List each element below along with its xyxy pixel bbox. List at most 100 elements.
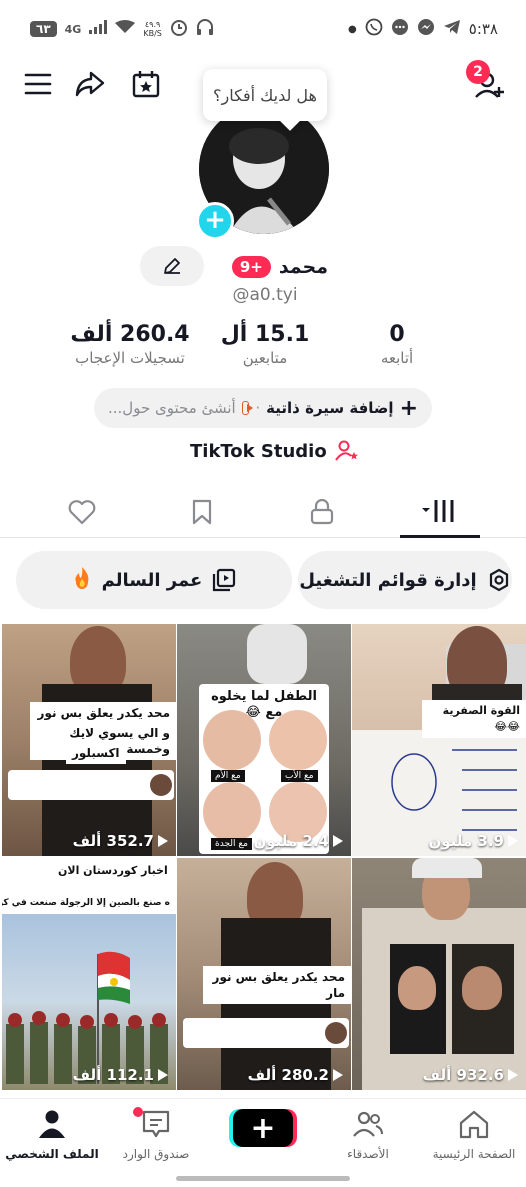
status-left: ٦٣ 4G ٤٩.٩ KB/S <box>30 18 214 40</box>
add-story-button[interactable]: + <box>196 202 234 240</box>
video-thumbnail[interactable]: محد يكدر يعلق بس نور مار 280.2 ألف <box>177 858 351 1090</box>
tab-private[interactable] <box>282 486 362 538</box>
play-icon <box>158 1069 168 1081</box>
profile-icon <box>39 1110 65 1138</box>
notification-count-badge: 2 <box>466 60 490 84</box>
nav-inbox[interactable]: صندوق الوارد <box>106 1107 206 1161</box>
bio-suggestion-text: أنشئ محتوى حول... <box>108 399 236 417</box>
studio-person-star-icon <box>334 440 358 461</box>
play-icon <box>333 835 343 847</box>
video-thumbnail[interactable]: محد يكدر يعلق بس نور مار و الي يسوي لايك… <box>2 624 176 856</box>
video-view-count: 280.2 ألف <box>248 1066 343 1084</box>
lock-icon <box>310 499 334 525</box>
profile-name: محمد <box>278 256 328 278</box>
share-arrow-icon <box>75 71 105 97</box>
tab-videos[interactable] <box>400 486 480 538</box>
add-bio-pill[interactable]: + إضافة سيرة ذاتية · أنشئ محتوى حول... <box>94 388 432 428</box>
whatsapp-icon <box>365 18 383 40</box>
wifi-icon <box>115 20 136 38</box>
play-icon <box>508 1069 518 1081</box>
video-view-count: 932.6 ألف <box>423 1066 518 1084</box>
battery-indicator: ٦٣ <box>30 21 57 37</box>
stat-following[interactable]: 0 أتابعه <box>352 322 442 367</box>
calendar-button[interactable] <box>126 64 166 104</box>
video-view-count: 352.7 ألف <box>73 832 168 850</box>
stat-followers[interactable]: 15.1 أل متابعين <box>210 322 320 367</box>
tab-liked[interactable] <box>42 486 122 538</box>
video-view-count: 112.1 ألف <box>73 1066 168 1084</box>
likes-label: تسجيلات الإعجاب <box>75 349 185 367</box>
manage-playlists-button[interactable]: إدارة قوائم التشغيل <box>298 551 512 609</box>
view-count-text: 3.9 مليون <box>428 832 504 850</box>
following-label: أتابعه <box>380 349 414 367</box>
heart-icon <box>68 500 96 525</box>
profile-tabs <box>0 486 526 538</box>
nav-friends[interactable]: الأصدقاء <box>318 1109 418 1161</box>
playlist-omar-button[interactable]: عمر السالم <box>16 551 292 609</box>
network-speed-unit: KB/S <box>143 29 162 38</box>
menu-button[interactable] <box>18 64 58 104</box>
status-bar: ٦٣ 4G ٤٩.٩ KB/S ● ٥:٣٨ <box>0 0 526 56</box>
network-speed-value: ٤٩.٩ <box>144 20 161 29</box>
view-count-text: 932.6 ألف <box>422 1066 504 1084</box>
video-overlay-text: اخبار كوردستان الان <box>58 864 168 877</box>
idea-prompt-bubble[interactable]: هل لديك أفكار؟ <box>203 69 327 121</box>
profile-badge[interactable]: 9+ <box>231 256 271 278</box>
home-icon <box>459 1110 489 1139</box>
manage-playlists-label: إدارة قوائم التشغيل <box>299 569 477 591</box>
playlist-name: عمر السالم <box>101 569 203 591</box>
grid-label-father: مع الأب <box>281 770 318 782</box>
stat-likes[interactable]: 260.4 ألف تسجيلات الإعجاب <box>62 322 198 367</box>
nav-home[interactable]: الصفحة الرئيسية <box>424 1109 524 1161</box>
nav-profile[interactable]: الملف الشخصي <box>2 1109 102 1161</box>
video-overlay-text-3: اكسبلور <box>66 742 126 764</box>
video-thumbnail[interactable]: 932.6 ألف <box>352 858 526 1090</box>
add-friend-button[interactable]: 2 <box>466 60 512 106</box>
kurdistan-flag-scene <box>6 951 168 1084</box>
video-thumbnail[interactable]: القوة الصفرية 😂😂 3.9 مليون <box>352 624 526 856</box>
create-button[interactable]: + <box>233 1109 293 1147</box>
inbox-notification-dot <box>133 1107 143 1117</box>
calendar-star-icon <box>132 71 160 98</box>
telegram-icon <box>443 18 461 40</box>
followers-label: متابعين <box>242 349 288 367</box>
plus-icon: + <box>204 205 226 235</box>
idea-prompt-text: هل لديك أفكار؟ <box>213 85 317 105</box>
grid-label-mother: مع الأم <box>211 770 245 782</box>
grid-label-grandma: مع الجدة <box>211 838 252 850</box>
inbox-icon <box>142 1110 170 1138</box>
video-suggestion-icon <box>241 401 253 415</box>
play-icon <box>158 835 168 847</box>
likes-count: 260.4 ألف <box>70 322 190 347</box>
dot-icon: ● <box>348 23 357 35</box>
fire-icon <box>72 566 92 595</box>
playlist-icon <box>213 568 236 592</box>
edit-profile-button[interactable] <box>140 246 204 286</box>
alarm-icon <box>170 18 188 40</box>
view-count-text: 112.1 ألف <box>72 1066 154 1084</box>
signal-icon <box>89 20 108 38</box>
video-thumbnail[interactable]: الطفل لما يخلوه مع 😂 مع الأم مع الأب مع … <box>177 624 351 856</box>
status-time: ٥:٣٨ <box>468 20 498 38</box>
friends-icon <box>353 1111 383 1137</box>
bio-separator: · <box>255 399 261 417</box>
followers-count: 15.1 أل <box>220 322 310 347</box>
create-plus-icon: + <box>250 1110 276 1146</box>
messenger-icon <box>417 18 435 40</box>
status-right: ● ٥:٣٨ <box>348 18 498 40</box>
add-bio-label: إضافة سيرة ذاتية <box>266 399 394 417</box>
profile-username: @a0.tyi <box>232 285 298 305</box>
nav-friends-label: الأصدقاء <box>347 1147 389 1161</box>
video-view-count: 3.9 مليون <box>428 832 518 850</box>
videos-grid-icon <box>422 499 454 522</box>
nav-inbox-label: صندوق الوارد <box>122 1147 190 1161</box>
following-count: 0 <box>389 322 405 347</box>
profile-name-row: محمد 9+ <box>218 252 328 282</box>
tiktok-studio-link[interactable]: TikTok Studio <box>190 440 359 462</box>
nav-home-label: الصفحة الرئيسية <box>432 1147 516 1161</box>
nav-profile-label: الملف الشخصي <box>5 1147 99 1161</box>
hamburger-menu-icon <box>24 73 52 95</box>
video-thumbnail[interactable]: اخبار كوردستان الان ه صنع بالصين إلا الر… <box>2 858 176 1090</box>
share-button[interactable] <box>70 64 110 104</box>
tab-saved[interactable] <box>162 486 242 538</box>
